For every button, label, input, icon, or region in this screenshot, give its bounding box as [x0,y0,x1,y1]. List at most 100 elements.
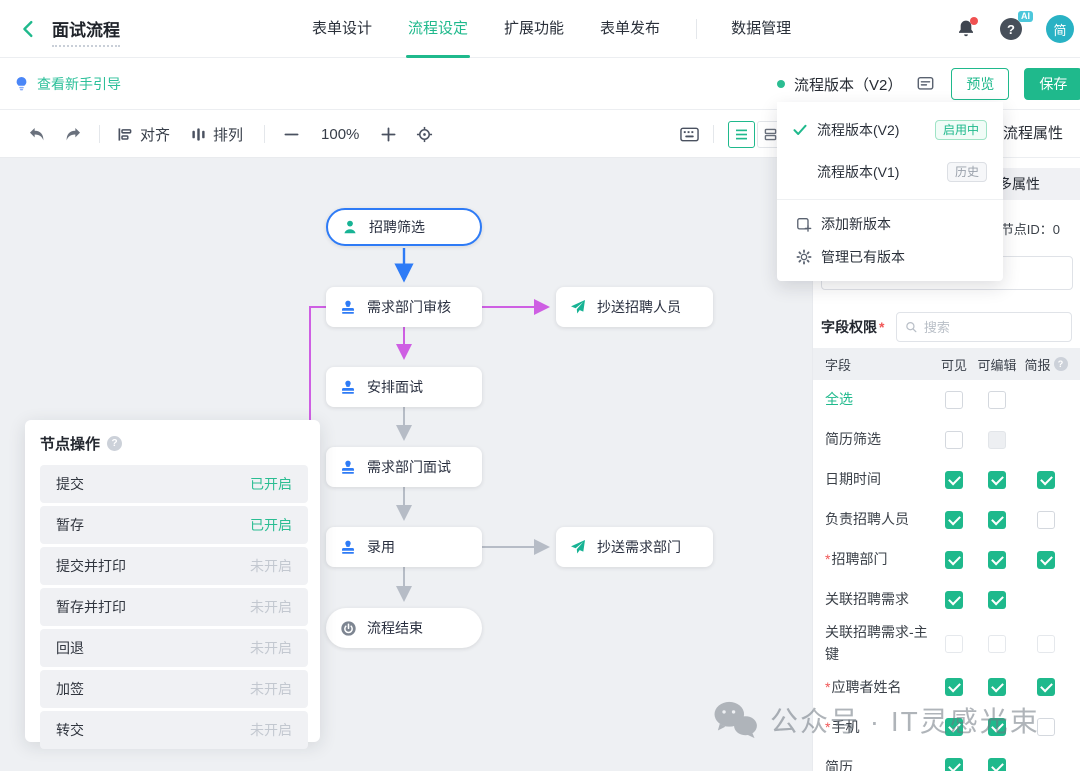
menu-item-version-v1[interactable]: 流程版本(V1) 历史 [777,151,1003,193]
checkbox-editable[interactable] [988,718,1006,736]
align-label: 对齐 [140,124,170,145]
flow-canvas[interactable]: 招聘筛选 需求部门审核 抄送招聘人员 安排面试 需求部门面试 [0,158,812,771]
checkbox-editable[interactable] [988,635,1006,653]
save-button[interactable]: 保存 [1024,68,1080,100]
field-label: 应聘者姓名 [821,677,934,699]
redo-icon[interactable] [64,127,82,142]
op-status: 未开启 [250,679,292,699]
back-icon[interactable] [18,18,40,40]
search-input[interactable] [924,320,1063,335]
person-icon [342,219,359,235]
op-row-transfer[interactable]: 转交 未开启 [40,711,308,749]
newbie-guide-link[interactable]: 查看新手引导 [14,58,121,110]
tab-extensions[interactable]: 扩展功能 [504,0,564,58]
comment-icon[interactable] [916,75,935,93]
app-root: 面试流程 表单设计 流程设定 扩展功能 表单发布 数据管理 ? AI 简 [0,0,1080,771]
help-circle-icon[interactable]: ? [1054,357,1068,371]
send-icon [570,539,587,555]
arrange-button[interactable]: 排列 [191,124,243,145]
flow-node-label: 安排面试 [367,377,423,397]
checkbox-visible[interactable] [945,758,963,771]
checkbox-visible[interactable] [945,431,963,449]
zoom-level[interactable]: 100% [321,126,359,143]
op-row-draft-print[interactable]: 暂存并打印 未开启 [40,588,308,626]
keyboard-shortcuts-icon[interactable] [680,127,699,142]
checkbox-editable[interactable] [988,431,1006,449]
view-list-toggle[interactable] [728,121,755,148]
op-status: 未开启 [250,556,292,576]
checkbox-editable[interactable] [988,591,1006,609]
main-tabs: 表单设计 流程设定 扩展功能 表单发布 数据管理 [312,0,827,58]
checkbox-editable[interactable] [988,678,1006,696]
checkbox-visible[interactable] [945,635,963,653]
checkbox-visible[interactable] [945,551,963,569]
checkbox-editable[interactable] [988,551,1006,569]
panel-title[interactable]: 流程属性 [1003,110,1063,158]
checkbox-visible[interactable] [945,511,963,529]
field-row: 应聘者姓名 [813,667,1080,707]
field-row-select-all: 全选 [813,380,1080,420]
checkbox-brief[interactable] [1037,551,1055,569]
flow-node-cc[interactable]: 抄送需求部门 [556,527,713,567]
checkbox-editable[interactable] [988,391,1006,409]
version-dropdown-menu: 流程版本(V2) 启用中 流程版本(V1) 历史 添加新版本 管理已有版本 [777,102,1003,281]
checkbox-brief[interactable] [1037,678,1055,696]
checkbox-editable[interactable] [988,471,1006,489]
active-version-dot [777,80,785,88]
flow-node-cc[interactable]: 抄送招聘人员 [556,287,713,327]
search-icon [905,320,917,334]
select-all-link[interactable]: 全选 [821,389,934,411]
op-row-rollback[interactable]: 回退 未开启 [40,629,308,667]
flow-node-approval[interactable]: 需求部门审核 [326,287,482,327]
checkbox-brief[interactable] [1037,635,1055,653]
flow-node-approval[interactable]: 安排面试 [326,367,482,407]
checkbox-brief[interactable] [1037,511,1055,529]
op-row-submit[interactable]: 提交 已开启 [40,465,308,503]
checkbox-visible[interactable] [945,391,963,409]
checkbox-brief[interactable] [1037,471,1055,489]
tab-form-publish[interactable]: 表单发布 [600,0,660,58]
menu-item-add-version[interactable]: 添加新版本 [777,207,1003,240]
zoom-in-icon[interactable] [381,127,396,142]
arrange-icon [191,127,206,142]
checkbox-visible[interactable] [945,591,963,609]
flow-node-approval[interactable]: 录用 [326,527,482,567]
preview-button[interactable]: 预览 [951,68,1009,100]
notification-bell-icon[interactable] [956,18,976,40]
op-row-save-draft[interactable]: 暂存 已开启 [40,506,308,544]
column-editable: 可编辑 [974,355,1020,374]
flow-node-start[interactable]: 招聘筛选 [326,208,482,246]
checkbox-visible[interactable] [945,678,963,696]
menu-item-manage-versions[interactable]: 管理已有版本 [777,240,1003,273]
help-circle-icon[interactable]: ? [107,436,122,451]
undo-icon[interactable] [28,127,46,142]
checkbox-visible[interactable] [945,471,963,489]
field-search-box[interactable] [896,312,1072,342]
help-icon[interactable]: ? AI [1000,18,1022,40]
field-label: 招聘部门 [821,549,934,571]
zoom-out-icon[interactable] [284,127,299,142]
tab-flow-settings[interactable]: 流程设定 [408,0,468,58]
version-selector[interactable]: 流程版本（V2） [794,74,902,95]
tab-form-design[interactable]: 表单设计 [312,0,372,58]
checkbox-visible[interactable] [945,718,963,736]
node-operations-title: 节点操作 [40,433,100,454]
menu-item-version-v2[interactable]: 流程版本(V2) 启用中 [777,109,1003,151]
op-status: 未开启 [250,720,292,740]
checkbox-editable[interactable] [988,511,1006,529]
op-row-countersign[interactable]: 加签 未开启 [40,670,308,708]
op-status: 未开启 [250,597,292,617]
checkbox-editable[interactable] [988,758,1006,771]
locate-icon[interactable] [416,126,433,143]
flow-node-end[interactable]: 流程结束 [326,608,482,648]
tab-data-management[interactable]: 数据管理 [731,0,791,58]
checkbox-brief[interactable] [1037,718,1055,736]
page-title[interactable]: 面试流程 [52,16,120,47]
column-field: 字段 [821,355,934,374]
flow-node-approval[interactable]: 需求部门面试 [326,447,482,487]
field-label: 日期时间 [821,469,934,491]
align-button[interactable]: 对齐 [117,124,170,145]
field-label: 负责招聘人员 [821,509,934,531]
avatar[interactable]: 简 [1046,15,1074,43]
op-row-submit-print[interactable]: 提交并打印 未开启 [40,547,308,585]
